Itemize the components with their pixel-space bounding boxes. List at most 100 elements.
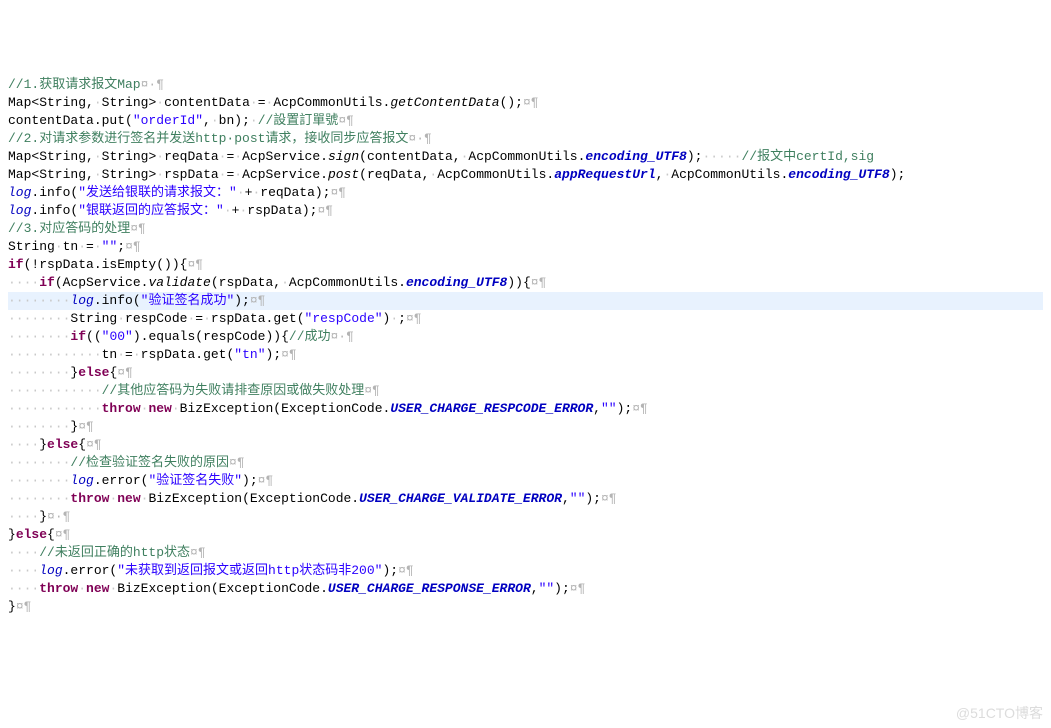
code-token: "发送给银联的请求报文："	[78, 185, 237, 200]
code-token: sign	[328, 149, 359, 164]
code-token: AcpCommonUtils.	[273, 95, 390, 110]
code-token: ¤¶	[125, 239, 141, 254]
code-token: ·	[156, 149, 164, 164]
code-token: "tn"	[234, 347, 265, 362]
code-token: );	[617, 401, 633, 416]
code-token: //其他应答码为失败请排查原因或做失败处理	[102, 383, 365, 398]
code-token: (contentData,	[359, 149, 460, 164]
code-token: "验证签名失败"	[148, 473, 242, 488]
code-token: ""	[601, 401, 617, 416]
code-token: ·	[156, 167, 164, 182]
code-line: ········throw·new·BizException(Exception…	[8, 490, 1043, 508]
code-token: ····	[8, 509, 39, 524]
code-token: new	[117, 491, 140, 506]
code-line: ············//其他应答码为失败请排查原因或做失败处理¤¶	[8, 382, 1043, 400]
code-token: //报文中certId,sig	[741, 149, 874, 164]
code-token: ·	[94, 239, 102, 254]
code-token: "验证签名成功"	[141, 293, 235, 308]
code-token: ·	[94, 95, 102, 110]
code-token: //設置訂單號	[258, 113, 339, 128]
code-token: ;	[398, 311, 406, 326]
code-token: );	[242, 473, 258, 488]
code-line: Map<String,·String>·reqData·=·AcpService…	[8, 148, 1043, 166]
code-token: throw	[70, 491, 109, 506]
code-token: ¤¶	[317, 203, 333, 218]
code-line: ········//检查验证签名失败的原因¤¶	[8, 454, 1043, 472]
code-editor: //1.获取请求报文Map¤·¶Map<String,·String>·cont…	[8, 76, 1043, 616]
code-token: new	[148, 401, 171, 416]
code-token: String	[8, 239, 55, 254]
code-token: .info(	[31, 185, 78, 200]
code-token: ""	[539, 581, 555, 596]
code-token: ·	[55, 239, 63, 254]
code-line: log.info("发送给银联的请求报文："·+·reqData);¤¶	[8, 184, 1043, 202]
code-line: ············throw·new·BizException(Excep…	[8, 400, 1043, 418]
code-token: ·	[250, 113, 258, 128]
code-token: //成功	[289, 329, 331, 344]
code-token: .error(	[94, 473, 149, 488]
code-token: new	[86, 581, 109, 596]
code-token: ·	[250, 95, 258, 110]
code-token: rspData);	[247, 203, 317, 218]
code-token: ""	[570, 491, 586, 506]
code-token: );	[585, 491, 601, 506]
code-token: ·	[281, 275, 289, 290]
code-token: bn);	[219, 113, 250, 128]
code-token: ·····	[702, 149, 741, 164]
code-token: ,	[593, 401, 601, 416]
code-token: {	[47, 527, 55, 542]
code-token: ,	[562, 491, 570, 506]
code-line: ············tn·=·rspData.get("tn");¤¶	[8, 346, 1043, 364]
code-token: ¤¶	[55, 527, 71, 542]
code-token: BizException(ExceptionCode.	[148, 491, 359, 506]
code-token: AcpCommonUtils.	[671, 167, 788, 182]
code-line: ········if(("00").equals(respCode)){//成功…	[8, 328, 1043, 346]
code-token: BizException(ExceptionCode.	[180, 401, 391, 416]
code-line: Map<String,·String>·contentData·=·AcpCom…	[8, 94, 1043, 112]
code-token: }	[39, 437, 47, 452]
code-token: encoding_UTF8	[585, 149, 686, 164]
code-token: ·	[117, 347, 125, 362]
code-token: rspData.get(	[211, 311, 305, 326]
code-token: //检查验证签名失败的原因	[70, 455, 229, 470]
code-token: if	[39, 275, 55, 290]
code-token: ¤¶	[632, 401, 648, 416]
code-token: ¤¶	[281, 347, 297, 362]
code-token: //3.对应答码的处理	[8, 221, 130, 236]
code-token: ········	[8, 473, 70, 488]
code-token: ¤¶	[601, 491, 617, 506]
code-token: USER_CHARGE_RESPCODE_ERROR	[390, 401, 593, 416]
code-line: ····log.error("未获取到返回报文或返回http状态码非200");…	[8, 562, 1043, 580]
code-token: ············	[8, 401, 102, 416]
code-token: AcpService.	[242, 167, 328, 182]
code-token: AcpCommonUtils.	[468, 149, 585, 164]
code-token: ¤¶	[78, 419, 94, 434]
code-token: ·	[172, 401, 180, 416]
code-token: "00"	[102, 329, 133, 344]
code-line: //2.对请求参数进行签名并发送http·post请求，接收同步应答报文¤·¶	[8, 130, 1043, 148]
code-token: ·	[94, 149, 102, 164]
code-token: ·	[234, 167, 242, 182]
code-token: ·	[237, 185, 245, 200]
code-token: ········	[8, 311, 70, 326]
code-line: ····}else{¤¶	[8, 436, 1043, 454]
code-token: tn	[63, 239, 79, 254]
code-token: ¤¶	[16, 599, 32, 614]
code-token: Map<String,	[8, 167, 94, 182]
code-token: AcpCommonUtils.	[289, 275, 406, 290]
code-token: ·	[390, 311, 398, 326]
code-token: ············	[8, 383, 102, 398]
code-token: ········	[8, 419, 70, 434]
code-token: "未获取到返回报文或返回http状态码非200"	[117, 563, 382, 578]
code-token: ····	[8, 437, 39, 452]
code-token: ¤·¶	[47, 509, 70, 524]
code-line: String·tn·=·"";¤¶	[8, 238, 1043, 256]
code-token: //2.对请求参数进行签名并发送http·post请求，接收同步应答报文	[8, 131, 408, 146]
code-token: ·	[156, 95, 164, 110]
code-token: );	[266, 347, 282, 362]
code-token: ,	[203, 113, 211, 128]
code-token: rspData.get(	[141, 347, 235, 362]
code-token: ((	[86, 329, 102, 344]
code-token: tn	[102, 347, 118, 362]
code-token: =	[125, 347, 133, 362]
